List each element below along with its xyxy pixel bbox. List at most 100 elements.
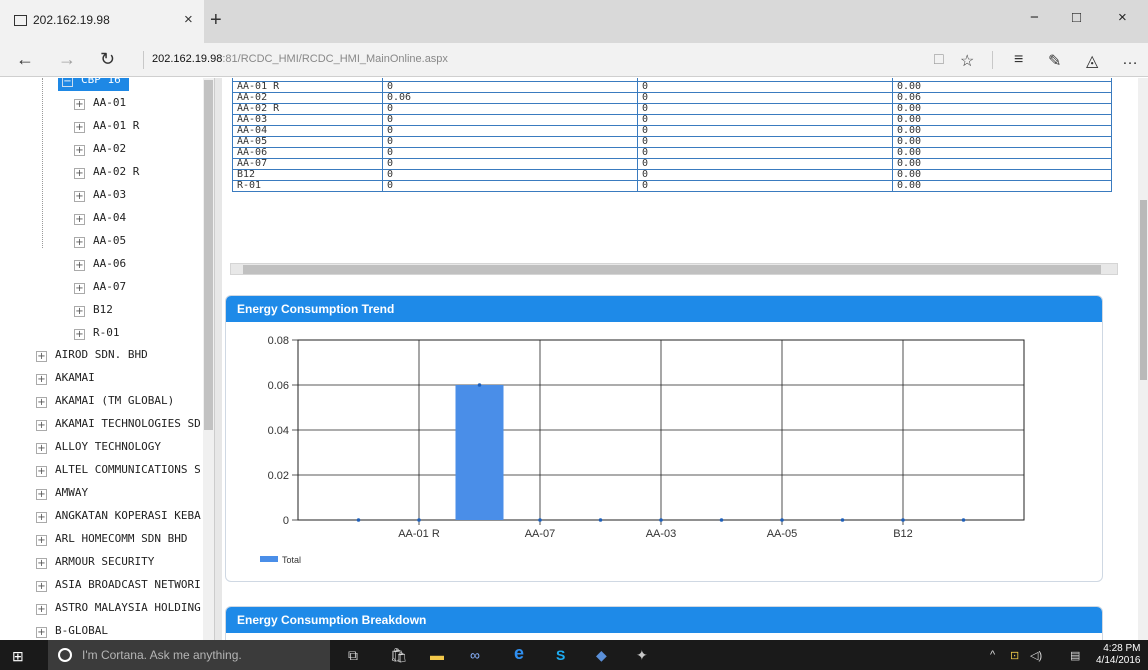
reading-view-icon[interactable]: □: [934, 51, 944, 69]
expand-icon[interactable]: +: [74, 122, 85, 133]
tree-node[interactable]: + R-01: [74, 326, 120, 344]
expand-icon[interactable]: +: [36, 489, 47, 500]
tree-node-company[interactable]: + AKAMAI TECHNOLOGIES SD: [36, 417, 201, 435]
minimize-icon[interactable]: −: [1030, 9, 1039, 26]
tree-node-selected[interactable]: − CBP 16: [58, 78, 129, 91]
table-cell: 0: [637, 92, 893, 104]
tree-node[interactable]: + B12: [74, 303, 113, 321]
tree-node-company[interactable]: + ALLOY TECHNOLOGY: [36, 440, 161, 458]
tree-node-company[interactable]: + ARMOUR SECURITY: [36, 555, 154, 573]
app-icon[interactable]: ◆: [596, 647, 607, 664]
tree-node[interactable]: + AA-01: [74, 96, 126, 114]
expand-icon[interactable]: +: [74, 214, 85, 225]
store-icon[interactable]: 🛍: [390, 647, 408, 664]
expand-icon[interactable]: +: [74, 237, 85, 248]
share-icon[interactable]: ◬: [1086, 51, 1098, 71]
table-horizontal-scrollbar[interactable]: [230, 263, 1118, 275]
expand-icon[interactable]: +: [74, 306, 85, 317]
tree-node[interactable]: + AA-02: [74, 142, 126, 160]
tree-node-company[interactable]: + ASIA BROADCAST NETWORI: [36, 578, 201, 596]
expand-icon[interactable]: +: [74, 99, 85, 110]
horizontal-scrollbar-thumb[interactable]: [243, 265, 1101, 274]
tree-node-company[interactable]: + AKAMAI: [36, 371, 95, 389]
expand-icon[interactable]: +: [36, 535, 47, 546]
favorite-star-icon[interactable]: ☆: [960, 51, 974, 71]
tree-node-company[interactable]: + AMWAY: [36, 486, 88, 504]
tray-chevron-icon[interactable]: ^: [990, 649, 995, 661]
url-path: :81/RCDC_HMI/RCDC_HMI_MainOnline.aspx: [222, 53, 448, 65]
tray-notification-icon[interactable]: ▤: [1070, 649, 1080, 662]
tree-node[interactable]: + AA-04: [74, 211, 126, 229]
tab-title: 202.162.19.98: [33, 13, 110, 27]
expand-icon[interactable]: +: [36, 604, 47, 615]
tree-node-label: ARMOUR SECURITY: [55, 555, 155, 568]
table-row: AA-05 0 0 0.00: [232, 136, 1112, 148]
new-tab-icon[interactable]: +: [210, 9, 222, 32]
table-cell: 0: [637, 103, 893, 115]
x-tick-label: AA-01 R: [398, 528, 440, 540]
expand-icon[interactable]: +: [36, 627, 47, 638]
panel-splitter[interactable]: [214, 78, 222, 640]
expand-icon[interactable]: +: [36, 374, 47, 385]
tree-node-company[interactable]: + ALTEL COMMUNICATIONS S: [36, 463, 201, 481]
infinity-app-icon[interactable]: ∞: [470, 647, 480, 663]
forward-icon[interactable]: →: [58, 49, 76, 70]
expand-icon[interactable]: +: [74, 260, 85, 271]
data-point: [719, 518, 724, 522]
expand-icon[interactable]: +: [74, 283, 85, 294]
tree-node[interactable]: + AA-07: [74, 280, 126, 298]
data-point: [780, 518, 784, 522]
table-row: B12 0 0 0.00: [232, 169, 1112, 181]
tree-node[interactable]: + AA-06: [74, 257, 126, 275]
hub-icon[interactable]: ≡: [1014, 51, 1023, 69]
collapse-icon[interactable]: −: [62, 78, 73, 87]
cortana-search-box[interactable]: I'm Cortana. Ask me anything.: [48, 640, 330, 670]
expand-icon[interactable]: +: [36, 420, 47, 431]
expand-icon[interactable]: +: [36, 397, 47, 408]
expand-icon[interactable]: +: [36, 351, 47, 362]
table-cell: AA-05: [232, 136, 383, 148]
task-view-icon[interactable]: ⧉: [348, 647, 358, 664]
expand-icon[interactable]: +: [74, 168, 85, 179]
tree-node[interactable]: + AA-05: [74, 234, 126, 252]
tree-node-company[interactable]: + AIROD SDN. BHD: [36, 348, 148, 366]
back-icon[interactable]: ←: [16, 49, 34, 70]
tree-scrollbar-thumb[interactable]: [204, 80, 213, 430]
web-note-icon[interactable]: ✎: [1048, 51, 1061, 71]
expand-icon[interactable]: +: [74, 329, 85, 340]
tray-app-icon[interactable]: ⊡: [1010, 649, 1019, 662]
tree-node-company[interactable]: + AKAMAI (TM GLOBAL): [36, 394, 174, 412]
browser-tab[interactable]: 202.162.19.98 ×: [0, 0, 204, 43]
maximize-icon[interactable]: □: [1072, 9, 1081, 26]
file-explorer-icon[interactable]: ▬: [430, 647, 444, 663]
expand-icon[interactable]: +: [36, 581, 47, 592]
expand-icon[interactable]: +: [36, 466, 47, 477]
page-scrollbar-thumb[interactable]: [1140, 200, 1147, 380]
tree-node-company[interactable]: + ASTRO MALAYSIA HOLDING: [36, 601, 201, 619]
tree-node-label: R-01: [93, 326, 120, 339]
url-field[interactable]: 202.162.19.98:81/RCDC_HMI/RCDC_HMI_MainO…: [152, 53, 448, 65]
refresh-icon[interactable]: ↻: [100, 49, 115, 70]
tab-close-icon[interactable]: ×: [184, 11, 193, 28]
table-cell: 0: [382, 136, 638, 148]
skype-icon[interactable]: S: [556, 647, 565, 663]
app-icon[interactable]: ✦: [636, 647, 648, 664]
more-icon[interactable]: …: [1122, 51, 1138, 69]
windows-start-icon[interactable]: ⊞: [12, 648, 24, 665]
tree-node[interactable]: + AA-03: [74, 188, 126, 206]
tree-node-company[interactable]: + ARL HOMECOMM SDN BHD: [36, 532, 187, 550]
expand-icon[interactable]: +: [74, 145, 85, 156]
expand-icon[interactable]: +: [36, 443, 47, 454]
tree-node-company[interactable]: + ANGKATAN KOPERASI KEBA: [36, 509, 201, 527]
tray-volume-icon[interactable]: ◁): [1030, 649, 1042, 662]
toolbar-separator: [992, 51, 993, 69]
expand-icon[interactable]: +: [36, 512, 47, 523]
expand-icon[interactable]: +: [36, 558, 47, 569]
expand-icon[interactable]: +: [74, 191, 85, 202]
edge-browser-icon[interactable]: e: [514, 643, 524, 664]
taskbar-clock[interactable]: 4:28 PM 4/14/2016: [1096, 643, 1141, 667]
tree-node[interactable]: + AA-01 R: [74, 119, 139, 137]
window-close-icon[interactable]: ×: [1118, 9, 1127, 26]
tree-node-company[interactable]: + B-GLOBAL: [36, 624, 108, 640]
tree-node[interactable]: + AA-02 R: [74, 165, 139, 183]
